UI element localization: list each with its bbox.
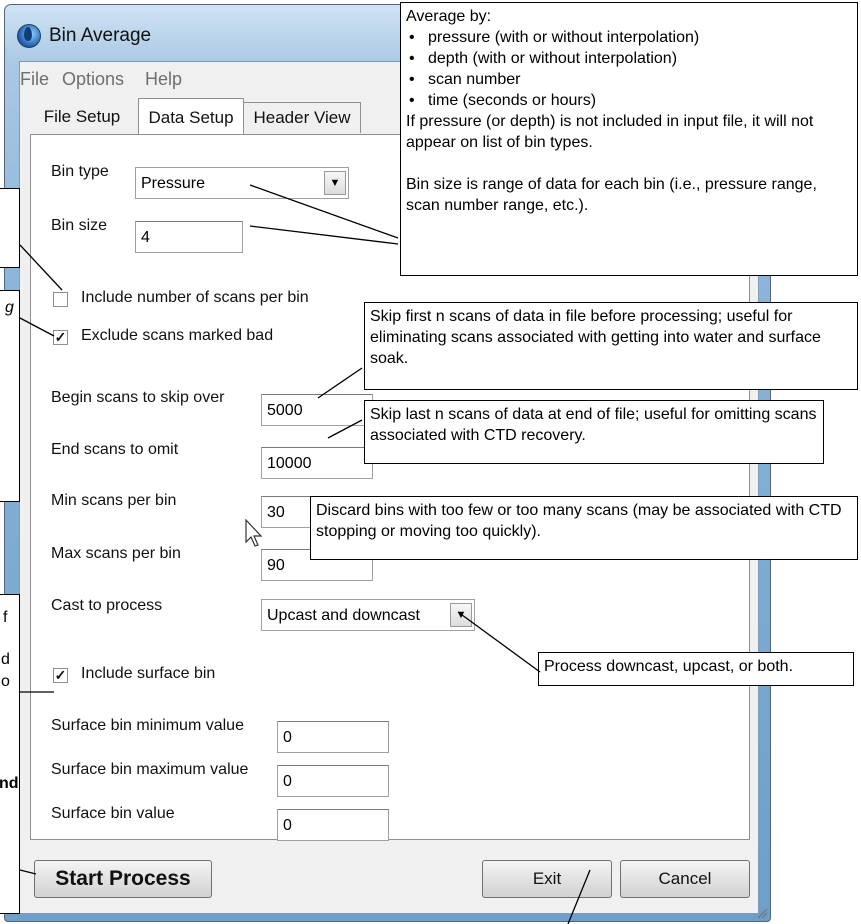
cast-value: Upcast and downcast bbox=[267, 607, 420, 624]
window-title: Bin Average bbox=[49, 25, 152, 46]
surface-value-input[interactable]: 0 bbox=[277, 809, 389, 841]
exclude-bad-label: Exclude scans marked bad bbox=[81, 327, 274, 344]
end-omit-input[interactable]: 10000 bbox=[261, 447, 373, 479]
bin-type-value: Pressure bbox=[141, 175, 206, 192]
max-scans-label: Max scans per bin bbox=[51, 545, 181, 562]
chevron-down-icon[interactable]: ▼ bbox=[450, 603, 472, 627]
callout-note: If pressure (or depth) is not included i… bbox=[406, 113, 814, 151]
list-item: pressure (with or without interpolation) bbox=[406, 27, 852, 48]
tab-header-view[interactable]: Header View bbox=[244, 102, 361, 133]
left-callout-fragment: g bbox=[5, 299, 14, 316]
include-surface-checkbox[interactable]: ✓ bbox=[53, 668, 68, 683]
cast-select[interactable]: Upcast and downcast ▼ bbox=[261, 599, 475, 631]
menu-options[interactable]: Options bbox=[62, 69, 124, 90]
cast-label: Cast to process bbox=[51, 597, 163, 614]
surface-min-input[interactable]: 0 bbox=[277, 721, 389, 753]
bin-type-options-list: pressure (with or without interpolation)… bbox=[406, 27, 852, 111]
exit-button[interactable]: Exit bbox=[482, 860, 612, 898]
surface-max-input[interactable]: 0 bbox=[277, 765, 389, 797]
include-scans-per-bin-label: Include number of scans per bin bbox=[81, 289, 309, 306]
include-scans-per-bin-checkbox[interactable] bbox=[53, 292, 68, 307]
water-drop-icon bbox=[24, 27, 32, 41]
exclude-bad-checkbox[interactable]: ✓ bbox=[53, 330, 68, 345]
callout-end-omit: Skip last n scans of data at end of file… bbox=[364, 400, 824, 464]
begin-skip-label: Begin scans to skip over bbox=[51, 389, 225, 406]
callout-note: Bin size is range of data for each bin (… bbox=[406, 176, 817, 214]
callout-begin-skip: Skip first n scans of data in file befor… bbox=[364, 302, 858, 390]
end-omit-label: End scans to omit bbox=[51, 441, 179, 458]
left-callout-surface-bin: f d o nd bbox=[0, 594, 20, 914]
bin-type-label: Bin type bbox=[51, 163, 109, 180]
list-item: time (seconds or hours) bbox=[406, 90, 852, 111]
surface-max-label: Surface bin maximum value bbox=[51, 761, 249, 778]
tab-data-setup[interactable]: Data Setup bbox=[138, 98, 244, 135]
cancel-button[interactable]: Cancel bbox=[620, 860, 750, 898]
callout-min-max: Discard bins with too few or too many sc… bbox=[310, 496, 858, 560]
menu-file[interactable]: File bbox=[20, 69, 49, 90]
min-scans-label: Min scans per bin bbox=[51, 492, 177, 509]
resize-grip-icon[interactable] bbox=[756, 907, 768, 919]
left-callout-fragment: nd bbox=[0, 775, 19, 792]
chevron-down-icon[interactable]: ▼ bbox=[324, 171, 346, 195]
list-item: scan number bbox=[406, 69, 852, 90]
tab-file-setup[interactable]: File Setup bbox=[32, 102, 132, 132]
bin-type-select[interactable]: Pressure ▼ bbox=[135, 167, 349, 199]
bin-size-label: Bin size bbox=[51, 217, 108, 234]
bin-size-input[interactable]: 4 bbox=[135, 221, 243, 253]
menu-help[interactable]: Help bbox=[145, 69, 182, 90]
app-icon[interactable] bbox=[17, 24, 41, 48]
begin-skip-input[interactable]: 5000 bbox=[261, 394, 373, 426]
callout-cast: Process downcast, upcast, or both. bbox=[538, 652, 854, 686]
left-callout-fragment: f bbox=[3, 609, 8, 626]
surface-value-label: Surface bin value bbox=[51, 805, 175, 822]
left-callout-exclude-bad: g bbox=[0, 290, 20, 502]
start-process-button[interactable]: Start Process bbox=[34, 860, 212, 898]
left-callout-fragment: o bbox=[1, 673, 10, 690]
surface-min-label: Surface bin minimum value bbox=[51, 717, 244, 734]
callout-bin-type: Average by: pressure (with or without in… bbox=[400, 2, 858, 276]
include-surface-label: Include surface bin bbox=[81, 665, 216, 682]
list-item: depth (with or without interpolation) bbox=[406, 48, 852, 69]
callout-heading: Average by: bbox=[406, 8, 492, 25]
left-callout-bin-size bbox=[0, 188, 20, 268]
left-callout-fragment: d bbox=[1, 651, 10, 668]
